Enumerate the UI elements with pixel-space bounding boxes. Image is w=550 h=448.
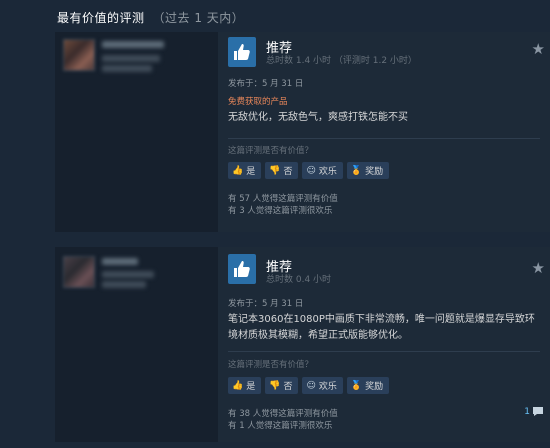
review-text: 笔记本3060在1080P中画质下非常流畅，唯一问题就是爆显存导致环境材质极其模…	[228, 314, 535, 341]
star-icon[interactable]: ★	[532, 259, 545, 277]
comment-count[interactable]: 1	[524, 406, 544, 417]
review-text: 无敌优化，无敌色气，爽感打铁怎能不买	[228, 112, 408, 123]
thumbs-up-icon: 👍	[232, 165, 244, 176]
smile-icon: ☺	[306, 165, 316, 176]
reviewer-panel	[55, 247, 218, 442]
vote-yes-label: 是	[246, 382, 256, 392]
thumbs-down-icon: 👎	[269, 165, 281, 176]
reviewer-games-redacted	[102, 55, 160, 62]
reviewer-name-redacted	[102, 41, 164, 48]
vote-no-label: 否	[283, 167, 293, 177]
vote-buttons: 👍 是 👎 否 ☺ 欢乐 🏅 奖励	[228, 377, 390, 394]
section-title: 最有价值的评测	[57, 11, 145, 25]
award-button[interactable]: 🏅 奖励	[346, 162, 390, 179]
section-header: 最有价值的评测 （过去 1 天内）	[57, 9, 244, 26]
thumbs-down-icon: 👎	[269, 380, 281, 391]
thumbs-up-icon	[228, 37, 256, 67]
vote-yes-label: 是	[246, 167, 256, 177]
reviewer-panel	[55, 32, 218, 232]
vote-funny-button[interactable]: ☺ 欢乐	[302, 377, 343, 394]
vote-yes-button[interactable]: 👍 是	[228, 162, 262, 179]
award-label: 奖励	[365, 382, 384, 392]
reviewer-reviews-redacted	[102, 65, 152, 72]
vote-no-button[interactable]: 👎 否	[265, 162, 299, 179]
helpful-question: 这篇评测是否有价值？	[228, 146, 314, 156]
vote-no-label: 否	[283, 382, 293, 392]
award-icon: 🏅	[350, 380, 363, 391]
posted-date: 发布于：5 月 31 日	[228, 79, 304, 89]
review-card: 推荐 总时数 0.4 小时 ★ 发布于：5 月 31 日 笔记本3060在108…	[55, 247, 550, 442]
helpful-count: 有 57 人觉得这篇评测有价值	[228, 194, 338, 204]
vote-buttons: 👍 是 👎 否 ☺ 欢乐 🏅 奖励	[228, 162, 390, 179]
divider	[228, 351, 540, 352]
funny-count: 有 1 人觉得这篇评测很欢乐	[228, 421, 333, 431]
vote-yes-button[interactable]: 👍 是	[228, 377, 262, 394]
star-icon[interactable]: ★	[532, 40, 545, 58]
smile-icon: ☺	[306, 380, 316, 391]
reviewer-reviews-redacted	[102, 281, 146, 288]
divider	[228, 138, 540, 139]
review-body: 推荐 总时数 1.4 小时 （评测时 1.2 小时） ★ 发布于：5 月 31 …	[218, 32, 550, 232]
playtime-hours: 总时数 1.4 小时 （评测时 1.2 小时）	[266, 56, 417, 66]
helpful-question: 这篇评测是否有价值？	[228, 360, 314, 370]
reviewer-games-redacted	[102, 271, 154, 278]
helpful-count: 有 38 人觉得这篇评测有价值	[228, 409, 338, 419]
thumbs-up-icon	[228, 254, 256, 284]
review-card: 推荐 总时数 1.4 小时 （评测时 1.2 小时） ★ 发布于：5 月 31 …	[55, 32, 550, 232]
avatar[interactable]	[63, 256, 95, 288]
vote-funny-label: 欢乐	[318, 167, 337, 177]
award-icon: 🏅	[350, 165, 363, 176]
playtime-hours: 总时数 0.4 小时	[266, 275, 332, 285]
reviewer-name-redacted	[102, 258, 138, 265]
section-subtitle: （过去 1 天内）	[152, 11, 245, 25]
review-body: 推荐 总时数 0.4 小时 ★ 发布于：5 月 31 日 笔记本3060在108…	[218, 247, 550, 442]
comment-icon	[533, 407, 543, 416]
free-product-label: 免费获取的产品	[228, 97, 288, 107]
avatar[interactable]	[63, 39, 95, 71]
vote-funny-label: 欢乐	[318, 382, 337, 392]
award-label: 奖励	[365, 167, 384, 177]
vote-funny-button[interactable]: ☺ 欢乐	[302, 162, 343, 179]
comment-count-value: 1	[524, 406, 530, 417]
thumbs-up-icon: 👍	[232, 380, 244, 391]
posted-date: 发布于：5 月 31 日	[228, 299, 304, 309]
funny-count: 有 3 人觉得这篇评测很欢乐	[228, 206, 333, 216]
award-button[interactable]: 🏅 奖励	[346, 377, 390, 394]
vote-no-button[interactable]: 👎 否	[265, 377, 299, 394]
